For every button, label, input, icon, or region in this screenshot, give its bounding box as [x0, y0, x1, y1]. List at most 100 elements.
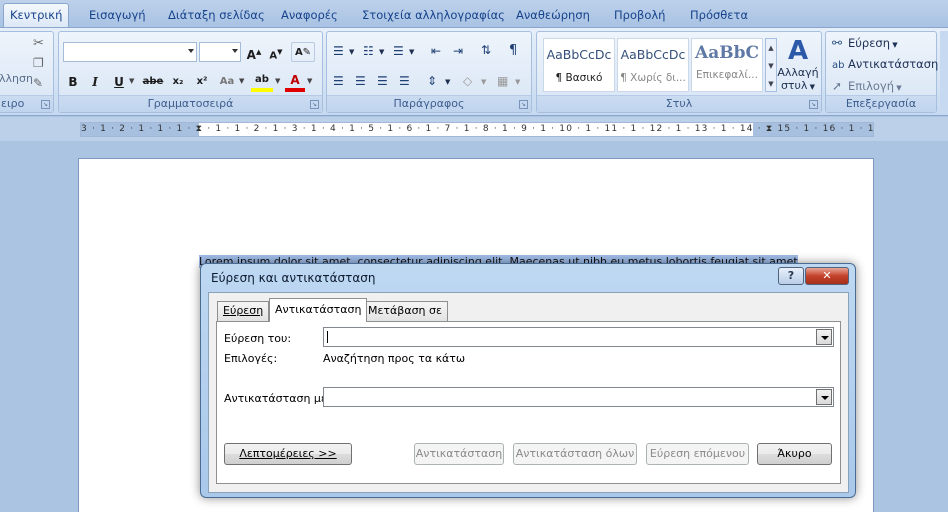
style-heading[interactable]: AaBbC Επικεφαλί... — [691, 38, 763, 92]
format-painter-icon[interactable]: ✎ — [33, 76, 43, 90]
chevron-down-icon[interactable]: ▼ — [515, 78, 520, 86]
tab-mailings[interactable]: Στοιχεία αλληλογραφίας — [356, 8, 511, 28]
strikethrough-button[interactable]: abe — [141, 72, 165, 92]
tab-goto[interactable]: Μετάβαση σε — [362, 301, 448, 321]
find-next-button[interactable]: Εύρεση επόμενου — [646, 443, 749, 465]
dialog-title: Εύρεση και αντικατάσταση — [211, 271, 376, 285]
styles-launcher-icon[interactable]: ↘ — [809, 100, 818, 109]
text-cursor — [327, 331, 328, 343]
horizontal-ruler[interactable]: 3 · 1 · 2 · 1 · 1 · 1 · ⧗ · 1 · 1 · 2 · … — [80, 122, 875, 137]
options-value: Αναζήτηση προς τα κάτω — [323, 352, 466, 365]
justify-icon[interactable]: ☰ — [399, 74, 410, 88]
tab-addins[interactable]: Πρόσθετα — [684, 8, 754, 28]
align-center-icon[interactable]: ☰ — [355, 74, 366, 88]
chevron-down-icon[interactable] — [816, 389, 832, 405]
paragraph-group-label: Παράγραφος — [327, 95, 531, 112]
highlight-color-button[interactable]: ab — [251, 70, 273, 92]
replace-with-combo[interactable] — [323, 387, 834, 407]
chevron-down-icon[interactable]: ▼ — [379, 48, 384, 56]
select-button[interactable]: ➚ Επιλογή ▼ — [832, 76, 902, 96]
shrink-font-icon: A — [269, 50, 278, 62]
replace-panel: Εύρεση του: Επιλογές: Αναζήτηση προς τα … — [216, 321, 841, 484]
styles-scroll[interactable]: ▲ ▼ ▼ — [765, 38, 777, 92]
binoculars-icon: ⚯ — [832, 36, 843, 50]
chevron-down-icon[interactable]: ▼ — [129, 77, 134, 85]
close-button[interactable]: ✕ — [805, 267, 849, 285]
replace-label: Αντικατάσταση — [848, 57, 939, 71]
ribbon: λληση ✂ ❐ ✎ ειρο ↘ A▲ A▼ A✎ B I U ▼ abe … — [0, 27, 948, 116]
tab-view[interactable]: Προβολή — [608, 8, 671, 28]
scroll-up-icon[interactable]: ▲ — [766, 39, 776, 57]
tab-review[interactable]: Αναθεώρηση — [510, 8, 596, 28]
tab-home[interactable]: Κεντρική — [3, 3, 70, 28]
close-icon: ✕ — [822, 269, 832, 282]
scroll-down-icon[interactable]: ▼ — [766, 57, 776, 75]
style-no-spacing[interactable]: AaBbCcDc ¶ Χωρίς δι... — [617, 38, 689, 92]
clear-formatting-icon: A✎ — [294, 47, 312, 58]
styles-group: AaBbCcDc ¶ Βασικό AaBbCcDc ¶ Χωρίς δι...… — [536, 31, 822, 113]
underline-button[interactable]: U — [111, 72, 127, 92]
replace-all-button[interactable]: Αντικατάσταση όλων — [513, 443, 637, 465]
ruler-area: 3 · 1 · 2 · 1 · 1 · 1 · ⧗ · 1 · 1 · 2 · … — [0, 117, 948, 141]
superscript-button[interactable]: x² — [193, 72, 211, 92]
replace-button[interactable]: ab Αντικατάσταση — [832, 54, 938, 74]
grow-font-button[interactable]: A▲ — [245, 42, 263, 62]
subscript-button[interactable]: x₂ — [169, 72, 187, 92]
show-marks-icon[interactable]: ¶ — [509, 43, 517, 58]
italic-button[interactable]: I — [87, 72, 103, 92]
chevron-down-icon[interactable]: ▼ — [349, 48, 354, 56]
cancel-button[interactable]: Άκυρο — [757, 443, 832, 465]
clear-formatting-button[interactable]: A✎ — [291, 42, 315, 62]
tab-goto-label: Μετάβαση σε — [368, 304, 442, 317]
font-name-combo[interactable] — [63, 42, 197, 62]
tab-page-layout[interactable]: Διάταξη σελίδας — [162, 8, 271, 28]
chevron-down-icon[interactable]: ▼ — [445, 78, 450, 86]
decrease-indent-icon[interactable]: ⇤ — [431, 44, 441, 58]
copy-icon[interactable]: ❐ — [33, 56, 44, 70]
chevron-down-icon[interactable]: ▼ — [239, 77, 244, 85]
clipboard-group: λληση ✂ ❐ ✎ ειρο ↘ — [0, 31, 54, 113]
find-button[interactable]: ⚯ Εύρεση ▼ — [832, 33, 898, 53]
chevron-down-icon: ▼ — [807, 83, 816, 91]
tab-insert[interactable]: Εισαγωγή — [83, 8, 152, 28]
replace-button[interactable]: Αντικατάσταση — [414, 443, 504, 465]
multilevel-list-icon[interactable]: ☰ — [393, 44, 404, 58]
replace-with-label: Αντικατάσταση με: — [224, 392, 331, 405]
chevron-down-icon[interactable]: ▼ — [275, 77, 280, 85]
more-button[interactable]: Λεπτομέρειες >> — [224, 443, 352, 465]
more-styles-icon[interactable]: ▼ — [766, 75, 776, 93]
align-right-icon[interactable]: ☰ — [377, 74, 388, 88]
change-styles-button[interactable]: A Αλλαγή στυλ ▼ — [777, 36, 819, 96]
style-normal[interactable]: AaBbCcDc ¶ Βασικό — [543, 38, 615, 92]
clipboard-launcher-icon[interactable]: ↘ — [41, 100, 50, 109]
tab-find[interactable]: Εύρεση — [217, 301, 270, 321]
dialog-body: Εύρεση Αντικατάσταση Μετάβαση σε Εύρεση … — [208, 292, 849, 493]
bold-button[interactable]: B — [65, 72, 81, 92]
tab-references[interactable]: Αναφορές — [275, 8, 344, 28]
borders-icon[interactable]: ▦ — [497, 74, 508, 88]
font-size-combo[interactable] — [199, 42, 241, 62]
shrink-font-button[interactable]: A▼ — [267, 42, 285, 62]
align-left-icon[interactable]: ☰ — [333, 74, 344, 88]
bullets-icon[interactable]: ☰ — [333, 44, 344, 58]
shading-icon[interactable]: ◇ — [463, 74, 472, 88]
change-case-button[interactable]: Aa — [217, 72, 237, 92]
find-what-combo[interactable] — [323, 327, 834, 347]
chevron-down-icon[interactable]: ▼ — [307, 77, 312, 85]
chevron-down-icon[interactable]: ▼ — [409, 48, 414, 56]
chevron-down-icon[interactable]: ▼ — [481, 78, 486, 86]
paste-button-label[interactable]: λληση — [0, 72, 33, 85]
tab-replace[interactable]: Αντικατάσταση — [269, 298, 368, 322]
increase-indent-icon[interactable]: ⇥ — [453, 44, 463, 58]
sort-icon[interactable]: ⇅ — [481, 43, 491, 57]
paragraph-launcher-icon[interactable]: ↘ — [519, 100, 528, 109]
numbering-icon[interactable]: ☷ — [363, 44, 374, 58]
font-launcher-icon[interactable]: ↘ — [310, 100, 319, 109]
help-button[interactable]: ? — [778, 267, 804, 285]
paragraph-group: ☰ ▼ ☷ ▼ ☰ ▼ ⇤ ⇥ ⇅ ¶ ☰ ☰ ☰ ☰ ⇕ ▼ ◇ ▼ ▦ ▼ … — [326, 31, 532, 113]
font-color-button[interactable]: A — [285, 70, 305, 92]
line-spacing-icon[interactable]: ⇕ — [427, 74, 437, 88]
more-button-label: Λεπτομέρειες >> — [239, 447, 337, 460]
chevron-down-icon[interactable] — [816, 329, 832, 345]
cut-icon[interactable]: ✂ — [33, 36, 44, 51]
